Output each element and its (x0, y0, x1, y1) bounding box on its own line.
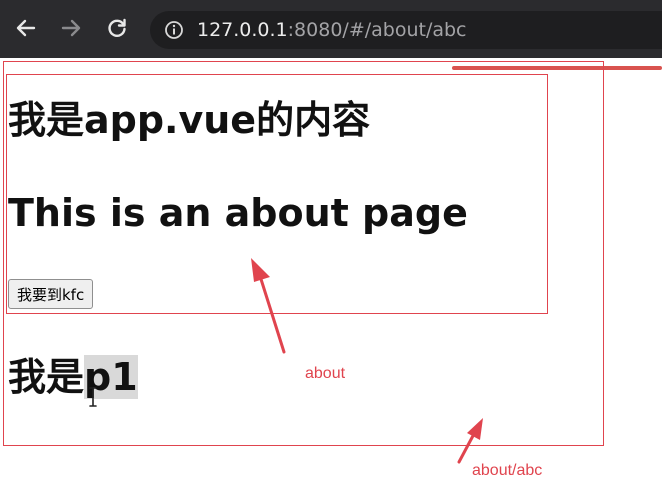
url-host: 127.0.0.1 (197, 19, 288, 41)
text-cursor-icon (89, 387, 97, 407)
forward-button[interactable] (58, 15, 84, 41)
forward-arrow-icon (61, 19, 81, 37)
app-heading: 我是app.vue的内容 (8, 98, 371, 142)
url-text[interactable]: 127.0.0.1:8080/#/about/abc (197, 19, 467, 41)
url-path: :8080/#/about/abc (287, 19, 467, 41)
back-arrow-icon (16, 19, 36, 37)
p1-prefix: 我是 (8, 355, 85, 399)
back-button[interactable] (13, 15, 39, 41)
reload-icon (108, 18, 126, 37)
p1-heading: 我是p1 (8, 353, 138, 401)
about-abc-annotation-label: about/abc (472, 462, 543, 479)
address-bar[interactable]: 127.0.0.1:8080/#/about/abc (150, 11, 662, 49)
about-heading: This is an about page (8, 191, 468, 235)
about-annotation-label: about (305, 365, 346, 382)
browser-toolbar: 127.0.0.1:8080/#/about/abc (0, 0, 662, 58)
reload-button[interactable] (104, 15, 130, 41)
info-icon[interactable] (164, 20, 184, 40)
kfc-button[interactable]: 我要到kfc (8, 279, 94, 309)
